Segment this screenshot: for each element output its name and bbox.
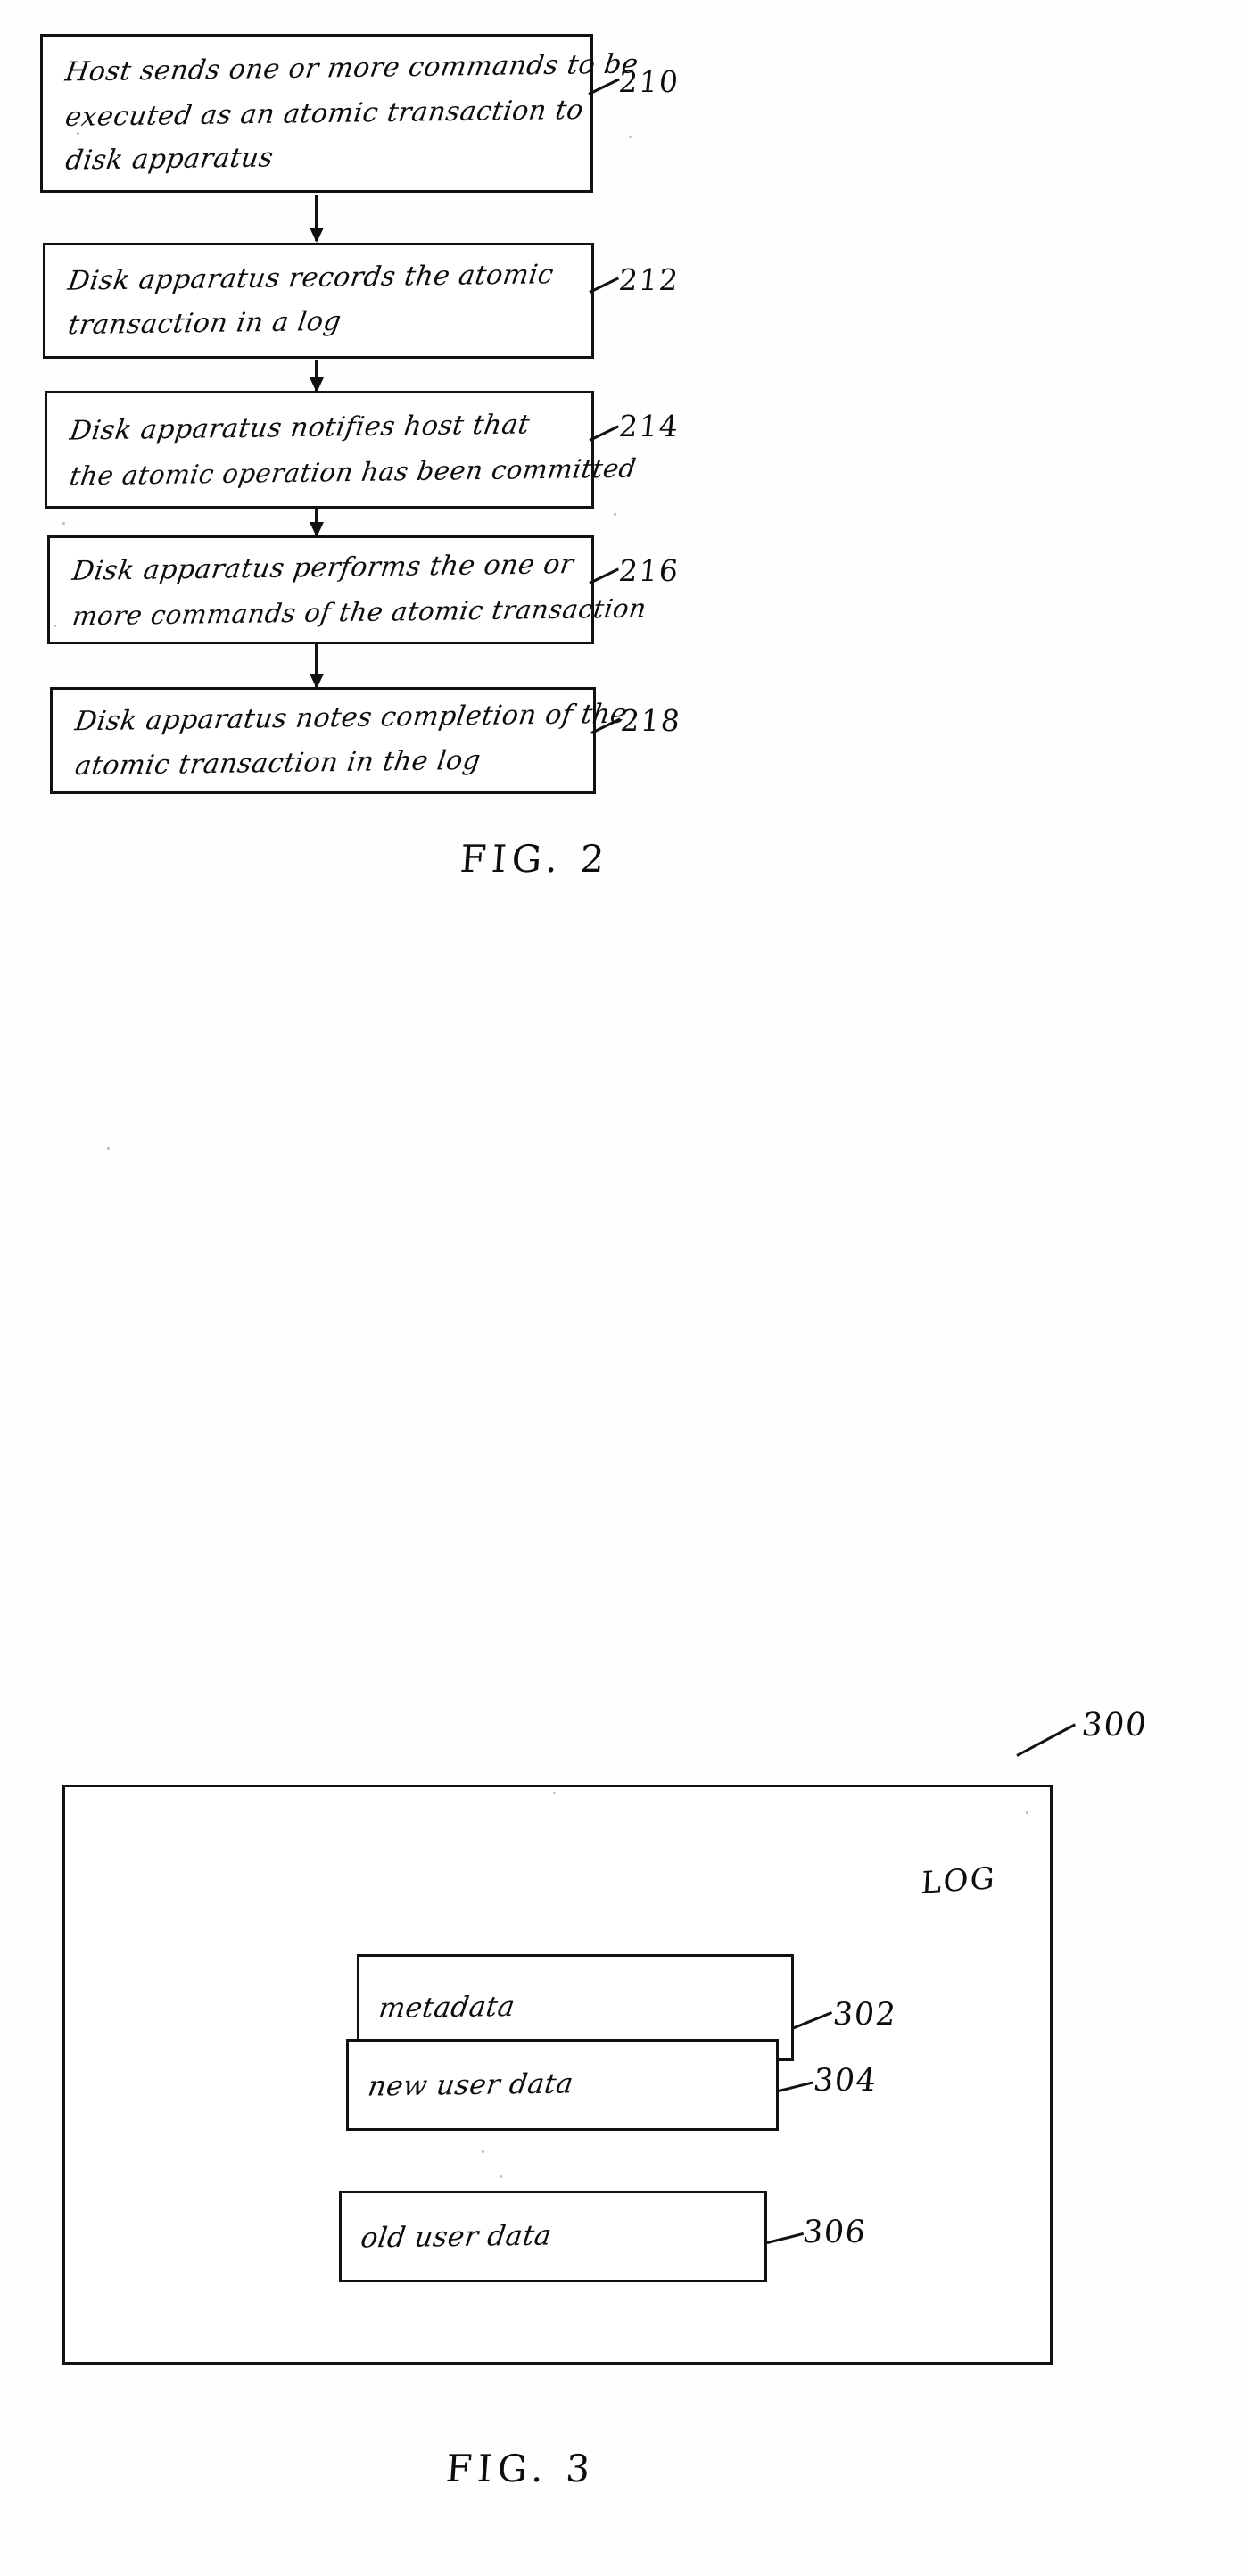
reference-numeral-214: 214 bbox=[616, 409, 681, 443]
scan-speck bbox=[107, 1147, 110, 1150]
reference-numeral-216: 216 bbox=[616, 553, 681, 588]
connector-arrow-214-216 bbox=[315, 509, 318, 535]
connector-arrow-216-218 bbox=[315, 644, 318, 687]
log-block-label: old user data bbox=[359, 2219, 554, 2254]
reference-numeral-304: 304 bbox=[811, 2063, 880, 2099]
step-text-line: disk apparatus bbox=[63, 141, 276, 177]
leader-line-300 bbox=[1016, 1723, 1077, 1757]
reference-numeral-218: 218 bbox=[618, 703, 683, 738]
scan-speck bbox=[553, 1792, 556, 1794]
step-text-line: Disk apparatus records the atomic bbox=[65, 259, 557, 297]
patent-drawing-sheet: Host sends one or more commands to be ex… bbox=[0, 0, 1247, 2576]
reference-numeral-212: 212 bbox=[616, 262, 681, 297]
step-text-line: the atomic operation has been committed bbox=[67, 452, 639, 492]
reference-numeral-300: 300 bbox=[1079, 1707, 1150, 1744]
figure-2-caption: FIG. 2 bbox=[458, 837, 611, 881]
step-text-line: Disk apparatus notifies host that bbox=[67, 409, 533, 447]
scan-speck bbox=[629, 136, 632, 138]
reference-numeral-302: 302 bbox=[830, 1997, 899, 2033]
scan-speck bbox=[1026, 1811, 1028, 1814]
log-block-old-user-data: old user data bbox=[339, 2191, 767, 2282]
step-text-line: Disk apparatus notes completion of the bbox=[72, 698, 630, 738]
flowchart-step-216: Disk apparatus performs the one or more … bbox=[47, 535, 649, 644]
reference-numeral-210: 210 bbox=[616, 64, 681, 99]
log-block-label: new user data bbox=[366, 2067, 576, 2103]
step-text-line: Host sends one or more commands to be bbox=[62, 48, 640, 87]
connector-arrow-210-212 bbox=[315, 195, 318, 241]
scan-speck bbox=[62, 522, 65, 525]
figure-3-caption: FIG. 3 bbox=[444, 2447, 597, 2490]
scan-speck bbox=[54, 625, 56, 627]
log-block-new-user-data: new user data bbox=[346, 2039, 779, 2131]
flowchart-step-214: Disk apparatus notifies host that the at… bbox=[45, 391, 639, 509]
connector-arrow-212-214 bbox=[315, 360, 318, 391]
step-text-line: more commands of the atomic transaction bbox=[70, 592, 649, 632]
flowchart-step-212: Disk apparatus records the atomic transa… bbox=[43, 243, 594, 359]
log-block-label: metadata bbox=[376, 1990, 517, 2025]
reference-numeral-306: 306 bbox=[800, 2215, 869, 2250]
scan-speck bbox=[77, 132, 79, 135]
flowchart-step-218: Disk apparatus notes completion of the a… bbox=[50, 687, 630, 794]
step-text-line: atomic transaction in the log bbox=[72, 744, 483, 783]
step-text-line: transaction in a log bbox=[66, 305, 343, 342]
step-text-line: Disk apparatus performs the one or bbox=[70, 548, 576, 587]
step-text-line: executed as an atomic transaction to bbox=[62, 94, 586, 133]
flowchart-step-210: Host sends one or more commands to be ex… bbox=[40, 34, 640, 193]
log-label: LOG bbox=[920, 1860, 998, 1901]
scan-speck bbox=[614, 513, 616, 516]
scan-speck bbox=[500, 2175, 502, 2178]
scan-speck bbox=[482, 2150, 484, 2153]
